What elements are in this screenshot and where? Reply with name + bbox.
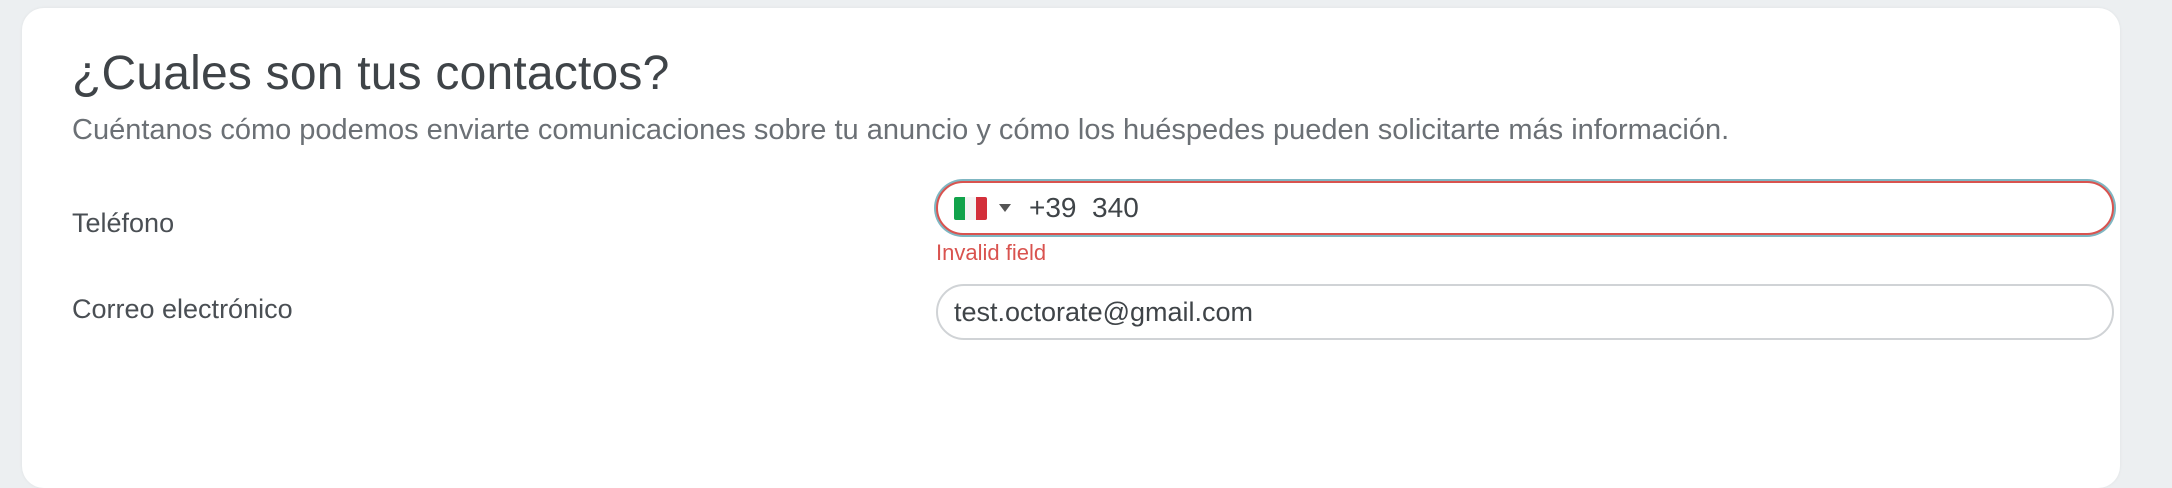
chevron-down-icon (999, 204, 1011, 212)
page-title: ¿Cuales son tus contactos? (72, 47, 670, 100)
contacts-card: ¿Cuales son tus contactos? Cuéntanos cóm… (22, 8, 2120, 488)
phone-error-message: Invalid field (936, 240, 1047, 265)
email-label: Correo electrónico (72, 294, 293, 324)
email-field (936, 284, 2114, 340)
email-input[interactable] (954, 292, 2074, 332)
phone-input[interactable] (1029, 188, 2029, 228)
italy-flag-icon (954, 196, 987, 220)
phone-field (936, 181, 2114, 235)
country-code-select[interactable] (938, 183, 1011, 233)
phone-label: Teléfono (72, 208, 175, 238)
page-subtitle: Cuéntanos cómo podemos enviarte comunica… (72, 114, 1730, 146)
